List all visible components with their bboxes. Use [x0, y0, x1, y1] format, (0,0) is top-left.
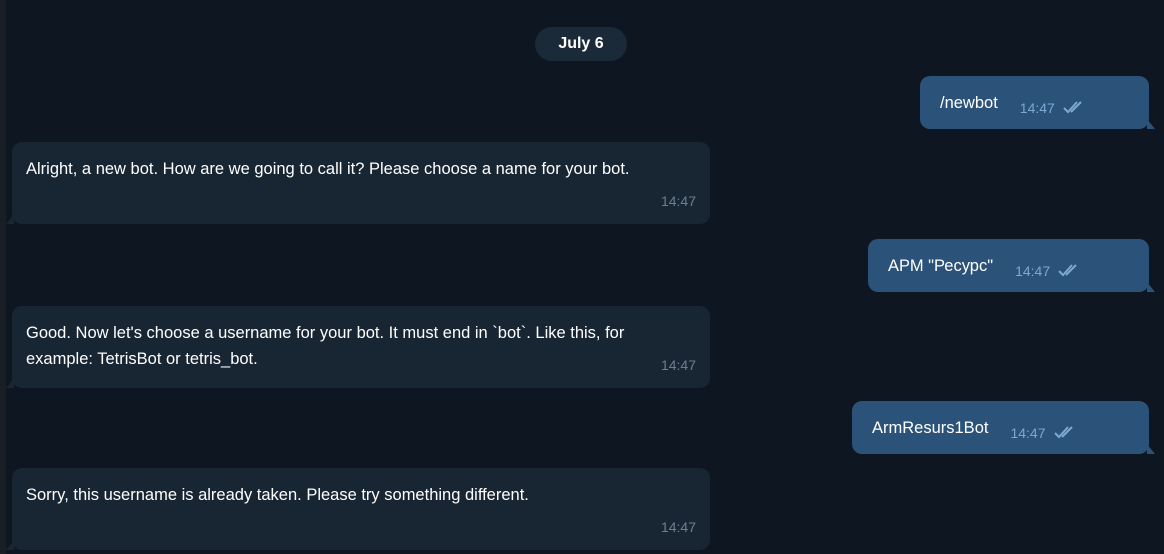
double-check-icon — [1058, 259, 1082, 285]
message-time: 14:47 — [660, 193, 696, 209]
incoming-message[interactable]: Alright, a new bot. How are we going to … — [6, 142, 710, 224]
bubble-tail — [6, 540, 14, 550]
date-divider-label: July 6 — [558, 35, 604, 52]
incoming-message[interactable]: Good. Now let's choose a username for yo… — [6, 306, 710, 388]
outgoing-message[interactable]: /newbot 14:47 — [920, 76, 1155, 129]
bubble-tail — [1147, 444, 1155, 454]
bubble-tail — [1147, 282, 1155, 292]
message-text: Sorry, this username is already taken. P… — [26, 486, 529, 504]
bubble-tail — [1147, 119, 1155, 129]
outgoing-message[interactable]: АРМ "Ресурс" 14:47 — [868, 239, 1155, 292]
double-check-icon — [1063, 96, 1087, 122]
bubble-tail — [6, 214, 14, 224]
message-time: 14:47 — [1015, 263, 1051, 279]
window-left-edge — [0, 0, 6, 554]
message-time: 14:47 — [660, 357, 696, 373]
bubble-tail — [6, 378, 14, 388]
message-time: 14:47 — [1010, 425, 1046, 441]
message-text: ArmResurs1Bot — [872, 419, 989, 437]
message-text: АРМ "Ресурс" — [888, 257, 994, 275]
outgoing-message[interactable]: ArmResurs1Bot 14:47 — [852, 401, 1155, 454]
incoming-message[interactable]: Sorry, this username is already taken. P… — [6, 468, 710, 550]
message-text: Good. Now let's choose a username for yo… — [26, 324, 625, 368]
message-text: Alright, a new bot. How are we going to … — [26, 160, 630, 178]
date-divider: July 6 — [535, 27, 627, 61]
double-check-icon — [1053, 421, 1078, 447]
message-time: 14:47 — [1019, 100, 1055, 116]
message-text: /newbot — [940, 94, 998, 112]
message-time: 14:47 — [660, 519, 696, 535]
